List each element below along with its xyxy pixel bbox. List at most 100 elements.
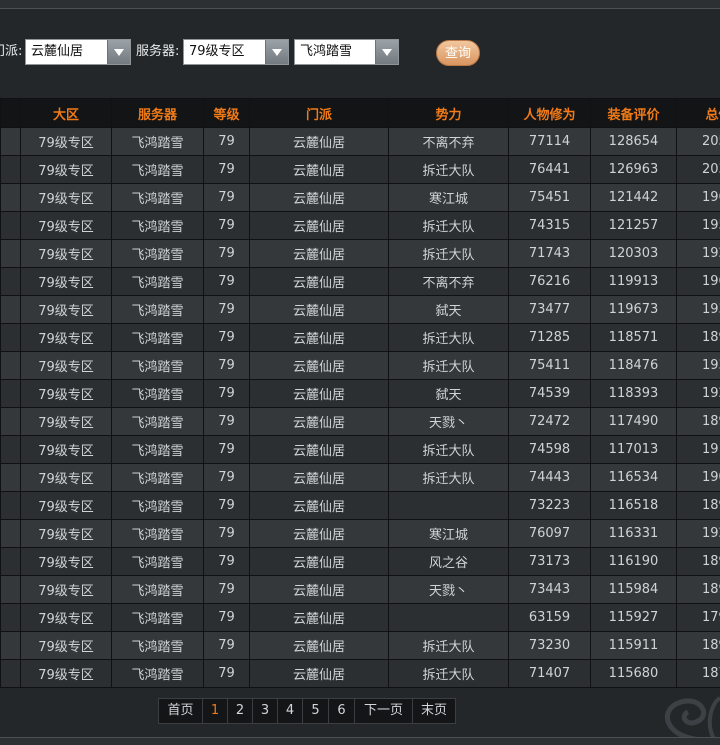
cell-level: 79 (204, 632, 250, 660)
table-row: 79级专区飞鸿踏雪79云麓仙居拆迁大队717431203031920 (1, 240, 720, 268)
page-3-button[interactable]: 3 (252, 698, 278, 724)
cell-server: 飞鸿踏雪 (112, 660, 204, 688)
cell-region: 79级专区 (21, 296, 112, 324)
table-row: 79级专区飞鸿踏雪79云麓仙居拆迁大队744431165341909 (1, 464, 720, 492)
cell-level: 79 (204, 212, 250, 240)
page-5-button[interactable]: 5 (302, 698, 329, 724)
table-row: 79级专区飞鸿踏雪79云麓仙居拆迁大队732301159111891 (1, 632, 720, 660)
chevron-down-icon[interactable] (375, 40, 398, 64)
cell-cultivation: 71743 (509, 240, 591, 268)
cell-cultivation: 76216 (509, 268, 591, 296)
table-header-row: 大区 服务器 等级 门派 势力 人物修为 装备评价 总修 (1, 99, 720, 128)
decorative-swirl-icon (646, 690, 720, 744)
server-select-value: 飞鸿踏雪 (300, 44, 352, 59)
cell-level: 79 (204, 436, 250, 464)
cell-faction: 天戮丶 (389, 408, 509, 436)
cell-cultivation: 71407 (509, 660, 591, 688)
table-row: 79级专区飞鸿踏雪79云麓仙居拆迁大队743151212571955 (1, 212, 720, 240)
table-row: 79级专区飞鸿踏雪79云麓仙居732231165181897 (1, 492, 720, 520)
cell-faction: 拆迁大队 (389, 156, 509, 184)
cell-total: 1924 (677, 520, 720, 548)
cell-region: 79级专区 (21, 576, 112, 604)
cell-level: 79 (204, 492, 250, 520)
cell-faction: 不离不弃 (389, 268, 509, 296)
page-4-button[interactable]: 4 (277, 698, 303, 724)
cell-region: 79级专区 (21, 604, 112, 632)
cell-equipment-score: 115680 (591, 660, 677, 688)
page-2-button[interactable]: 2 (227, 698, 253, 724)
cell-cultivation: 73477 (509, 296, 591, 324)
cell-cultivation: 74598 (509, 436, 591, 464)
cell-server: 飞鸿踏雪 (112, 520, 204, 548)
cell-region: 79级专区 (21, 632, 112, 660)
cell-server: 飞鸿踏雪 (112, 128, 204, 156)
cell-cultivation: 63159 (509, 604, 591, 632)
cell-faction: 寒江城 (389, 184, 509, 212)
cell-server: 飞鸿踏雪 (112, 324, 204, 352)
cell-faction: 拆迁大队 (389, 352, 509, 380)
cell-server: 飞鸿踏雪 (112, 604, 204, 632)
cell-server: 飞鸿踏雪 (112, 464, 204, 492)
first-page-button[interactable]: 首页 (158, 698, 203, 724)
cell-blank (1, 268, 21, 296)
zone-select-value: 79级专区 (189, 44, 245, 59)
cell-equipment-score: 121257 (591, 212, 677, 240)
cell-server: 飞鸿踏雪 (112, 492, 204, 520)
cell-level: 79 (204, 660, 250, 688)
cell-cultivation: 72472 (509, 408, 591, 436)
cell-sect: 云麓仙居 (250, 436, 389, 464)
next-page-button[interactable]: 下一页 (354, 698, 413, 724)
cell-sect: 云麓仙居 (250, 268, 389, 296)
cell-sect: 云麓仙居 (250, 380, 389, 408)
cell-blank (1, 464, 21, 492)
cell-equipment-score: 116190 (591, 548, 677, 576)
cell-total: 1920 (677, 240, 720, 268)
cell-equipment-score: 119673 (591, 296, 677, 324)
cell-equipment-score: 120303 (591, 240, 677, 268)
cell-region: 79级专区 (21, 520, 112, 548)
cell-faction (389, 492, 509, 520)
cell-faction (389, 604, 509, 632)
cell-total: 1893 (677, 548, 720, 576)
cell-sect: 云麓仙居 (250, 240, 389, 268)
cell-equipment-score: 116518 (591, 492, 677, 520)
cell-blank (1, 240, 21, 268)
cell-server: 飞鸿踏雪 (112, 380, 204, 408)
cell-sect: 云麓仙居 (250, 156, 389, 184)
cell-region: 79级专区 (21, 324, 112, 352)
cell-blank (1, 632, 21, 660)
table-row: 79级专区飞鸿踏雪79云麓仙居拆迁大队712851185711898 (1, 324, 720, 352)
server-select[interactable]: 飞鸿踏雪 (294, 39, 399, 65)
cell-total: 1894 (677, 576, 720, 604)
sect-select[interactable]: 云麓仙居 (25, 39, 131, 65)
table-row: 79级专区飞鸿踏雪79云麓仙居天戮丶734431159841894 (1, 576, 720, 604)
cell-region: 79级专区 (21, 184, 112, 212)
page-1-button[interactable]: 1 (202, 698, 228, 724)
page-6-button[interactable]: 6 (328, 698, 355, 724)
zone-select[interactable]: 79级专区 (183, 39, 289, 65)
server-label: 服务器: (136, 40, 179, 59)
chevron-down-icon[interactable] (265, 40, 288, 64)
header-cultivation: 人物修为 (509, 99, 591, 128)
chevron-down-icon[interactable] (107, 40, 130, 64)
cell-region: 79级专区 (21, 268, 112, 296)
cell-region: 79级专区 (21, 352, 112, 380)
cell-cultivation: 73223 (509, 492, 591, 520)
cell-region: 79级专区 (21, 436, 112, 464)
cell-cultivation: 76097 (509, 520, 591, 548)
cell-faction: 拆迁大队 (389, 660, 509, 688)
last-page-button[interactable]: 末页 (412, 698, 456, 724)
cell-server: 飞鸿踏雪 (112, 212, 204, 240)
cell-blank (1, 408, 21, 436)
cell-equipment-score: 118476 (591, 352, 677, 380)
query-button[interactable]: 查询 (436, 40, 480, 66)
cell-sect: 云麓仙居 (250, 212, 389, 240)
cell-sect: 云麓仙居 (250, 324, 389, 352)
cell-sect: 云麓仙居 (250, 184, 389, 212)
cell-blank (1, 604, 21, 632)
cell-faction: 拆迁大队 (389, 632, 509, 660)
table-row: 79级专区飞鸿踏雪79云麓仙居拆迁大队714071156801870 (1, 660, 720, 688)
header-faction: 势力 (389, 99, 509, 128)
cell-region: 79级专区 (21, 408, 112, 436)
cell-total: 1931 (677, 296, 720, 324)
